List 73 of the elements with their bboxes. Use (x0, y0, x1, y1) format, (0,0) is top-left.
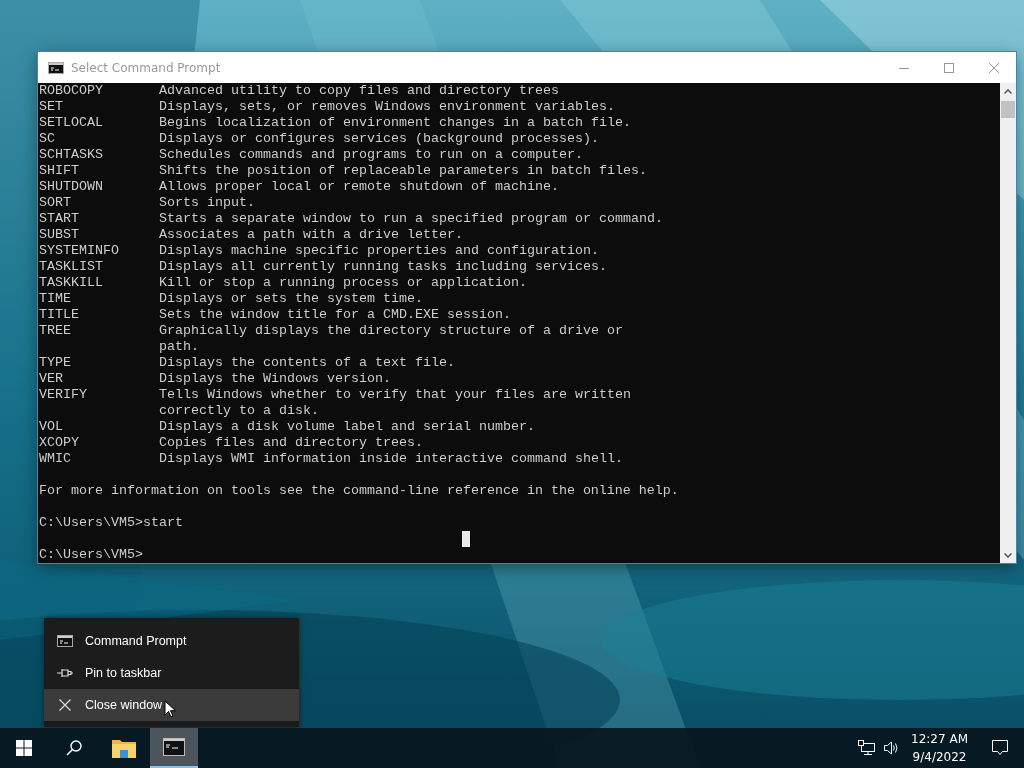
command-name: TITLE (39, 307, 80, 323)
scroll-thumb[interactable] (1001, 101, 1015, 118)
command-name: ROBOCOPY (39, 83, 104, 99)
jump-list-item[interactable]: Command Prompt (44, 625, 299, 657)
command-name: WMIC (39, 451, 72, 467)
console-text: For more information on tools see the command-line reference in the online help. (39, 483, 679, 499)
command-name: SORT (39, 195, 72, 211)
command-name: SHUTDOWN (39, 179, 104, 195)
command-name: SUBST (39, 227, 80, 243)
command-name: TREE (39, 323, 72, 340)
command-prompt-line: C:\Users\VM5> (39, 547, 143, 563)
taskbar-button[interactable] (150, 728, 198, 768)
command-name: SC (39, 131, 56, 147)
command-description: Kill or stop a running process or application. (159, 275, 527, 291)
command-description: Begins localization of environment changes in a batch file. (159, 115, 631, 131)
command-name: SETLOCAL (39, 115, 104, 131)
command-name: SCHTASKS (39, 147, 104, 163)
close-icon (58, 699, 71, 711)
command-prompt-line: C:\Users\VM5>start (39, 515, 183, 531)
terminal-icon (163, 738, 185, 756)
command-description: Graphically displays the directory structure of a drive or path. (159, 323, 623, 355)
close-icon (988, 62, 999, 73)
maximize-icon (943, 62, 954, 73)
command-name: SHIFT (39, 163, 80, 179)
command-name: XCOPY (39, 435, 80, 451)
command-description: Associates a path with a drive letter. (159, 227, 463, 243)
speech-bubble-icon (992, 740, 1008, 756)
caret-down-icon (1004, 552, 1012, 558)
command-description: Displays a disk volume label and serial number. (159, 419, 535, 435)
folder-icon (112, 738, 136, 758)
command-description: Allows proper local or remote shutdown of machine. (159, 179, 559, 195)
command-description: Displays or configures services (background processes). (159, 131, 599, 147)
command-description: Tells Windows whether to verify that your files are written correctly to a disk. (159, 387, 631, 419)
network-icon (858, 740, 877, 756)
command-description: Displays machine specific properties and configuration. (159, 243, 599, 259)
command-description: Sorts input. (159, 195, 255, 211)
command-description: Displays, sets, or removes Windows environment variables. (159, 99, 615, 115)
command-description: Sets the window title for a CMD.EXE session. (159, 307, 511, 323)
command-description: Copies files and directory trees. (159, 435, 423, 451)
terminal-icon (48, 61, 64, 74)
command-description: Displays WMI information inside interactive command shell. (159, 451, 623, 467)
jump-list-item[interactable]: Close window (44, 689, 299, 721)
terminal-icon (56, 635, 73, 647)
mouse-pointer-icon (164, 700, 176, 718)
command-description: Starts a separate window to run a specified program or command. (159, 211, 663, 227)
command-name: TASKKILL (39, 275, 104, 291)
clock[interactable]: 12:27 AM 9/4/2022 (903, 728, 976, 768)
command-name: TASKLIST (39, 259, 104, 275)
caret-up-icon (1004, 88, 1012, 94)
window-title: Select Command Prompt (71, 60, 222, 75)
command-name: TYPE (39, 355, 72, 371)
command-description: Displays or sets the system time. (159, 291, 423, 307)
pin-icon (56, 668, 73, 678)
command-description: Displays the contents of a text file. (159, 355, 455, 371)
command-description: Schedules commands and programs to run on a computer. (159, 147, 583, 163)
text-cursor (462, 531, 470, 547)
command-name: TIME (39, 291, 72, 307)
command-name: VOL (39, 419, 64, 435)
command-name: VERIFY (39, 387, 88, 404)
search-icon (66, 740, 82, 756)
command-name: VER (39, 371, 64, 387)
windows-logo-icon (16, 740, 32, 756)
command-description: Advanced utility to copy files and directory trees (159, 83, 559, 99)
command-description: Shifts the position of replaceable parameters in batch files. (159, 163, 647, 179)
clock-time: 12:27 AM (911, 731, 968, 748)
command-description: Displays all currently running tasks including services. (159, 259, 607, 275)
command-name: START (39, 211, 80, 227)
command-description: Displays the Windows version. (159, 371, 391, 387)
speaker-icon (883, 740, 900, 756)
clock-date: 9/4/2022 (912, 749, 967, 766)
jump-list-item[interactable]: Pin to taskbar (44, 657, 299, 689)
command-name: SET (39, 99, 64, 115)
command-name: SYSTEMINFO (39, 243, 120, 259)
